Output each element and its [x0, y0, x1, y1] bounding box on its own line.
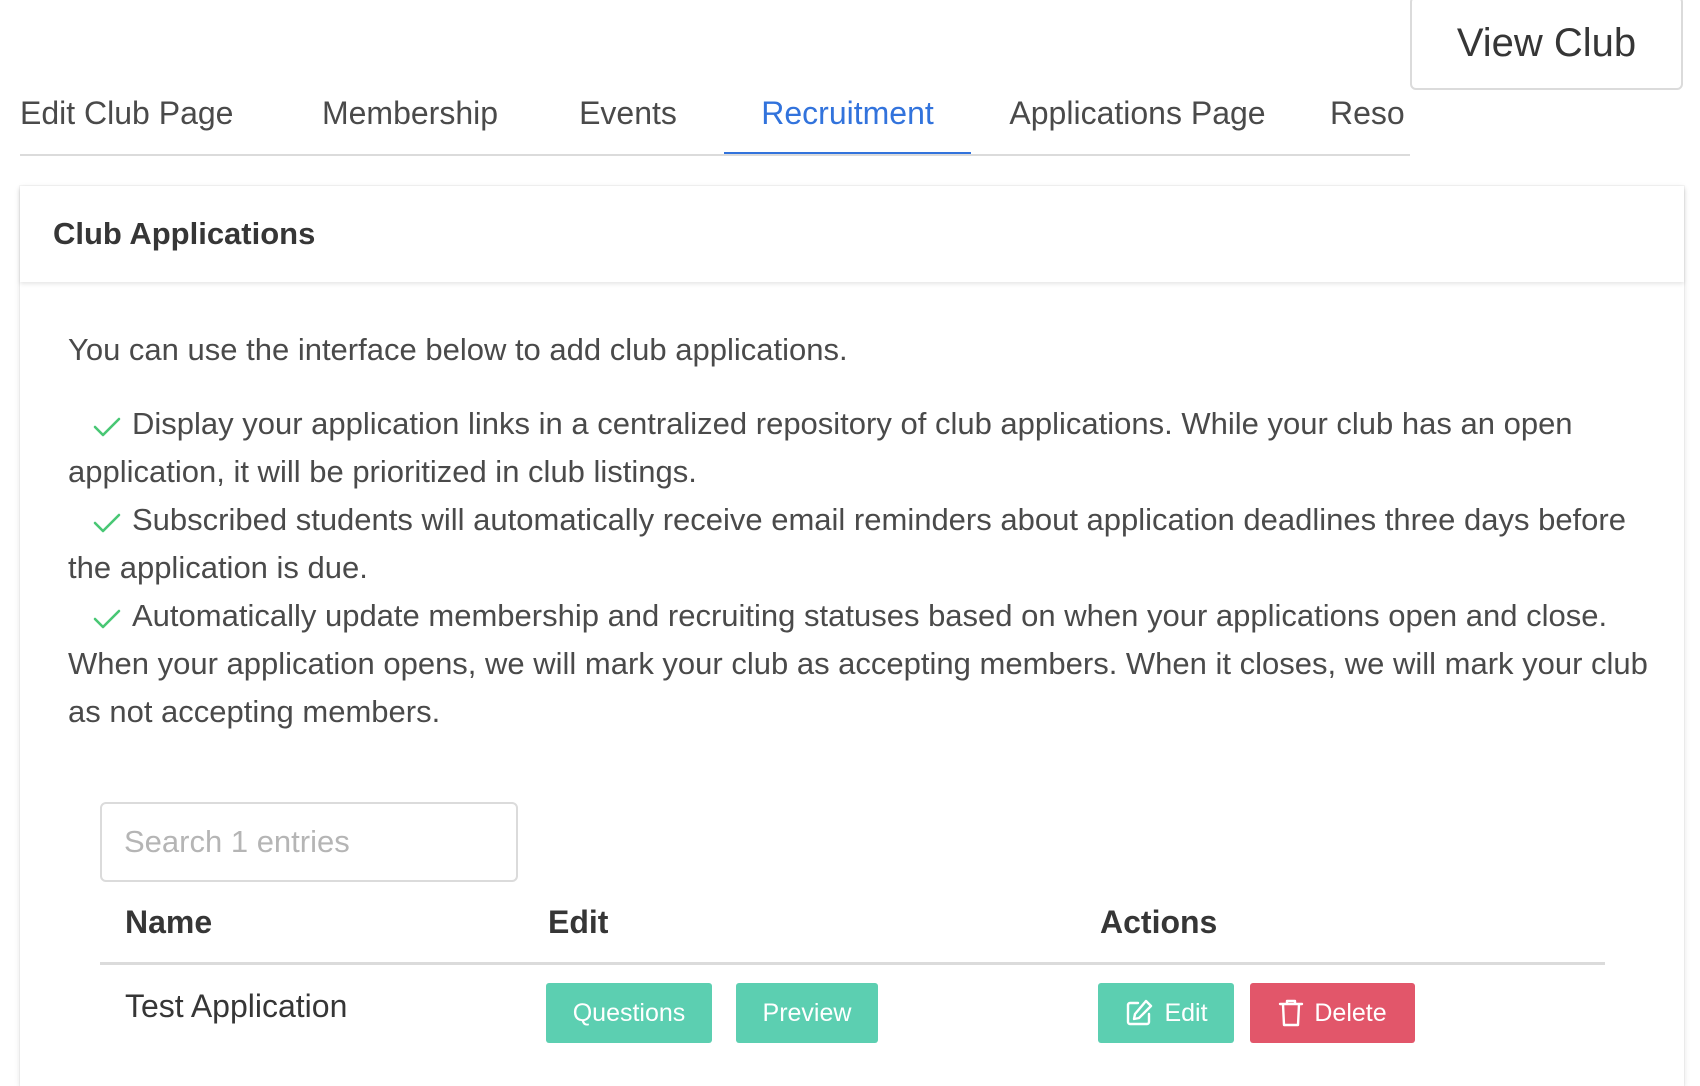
- trash-icon: [1278, 998, 1304, 1028]
- club-applications-card: Club Applications You can use the interf…: [20, 186, 1684, 1086]
- preview-button-label: Preview: [762, 998, 852, 1027]
- questions-button-label: Questions: [572, 998, 686, 1027]
- check-icon: [92, 605, 122, 631]
- search-input[interactable]: [100, 802, 518, 882]
- preview-button[interactable]: Preview: [736, 983, 878, 1043]
- check-icon: [92, 509, 122, 535]
- column-header-name: Name: [125, 904, 213, 940]
- tab-edit-club-page[interactable]: Edit Club Page: [20, 88, 233, 154]
- tab-resources[interactable]: Reso: [1330, 88, 1410, 154]
- feature-item: Display your application links in a cent…: [68, 400, 1658, 496]
- tab-membership[interactable]: Membership: [315, 88, 505, 154]
- card-title: Club Applications: [53, 216, 316, 251]
- column-header-edit: Edit: [548, 904, 609, 940]
- questions-button[interactable]: Questions: [546, 983, 712, 1043]
- tab-applications-page[interactable]: Applications Page: [1000, 88, 1275, 154]
- edit-button[interactable]: Edit: [1098, 983, 1234, 1043]
- feature-item: Subscribed students will automatically r…: [68, 496, 1658, 592]
- application-name: Test Application: [125, 988, 348, 1024]
- column-header-actions: Actions: [1100, 904, 1218, 940]
- feature-text: Display your application links in a cent…: [68, 406, 1573, 489]
- table-header-divider: [100, 962, 1605, 965]
- card-content: You can use the interface below to add c…: [68, 326, 1658, 736]
- delete-button-label: Delete: [1314, 998, 1387, 1027]
- feature-text: Automatically update membership and recr…: [68, 598, 1648, 729]
- edit-button-label: Edit: [1164, 998, 1208, 1027]
- feature-text: Subscribed students will automatically r…: [68, 502, 1626, 585]
- tab-recruitment[interactable]: Recruitment: [724, 88, 971, 154]
- tab-events[interactable]: Events: [563, 88, 693, 154]
- check-icon: [92, 413, 122, 439]
- feature-item: Automatically update membership and recr…: [68, 592, 1658, 736]
- edit-icon: [1124, 998, 1154, 1028]
- view-club-button[interactable]: View Club: [1410, 0, 1683, 90]
- intro-text: You can use the interface below to add c…: [68, 332, 848, 367]
- tab-bar: Edit Club Page Membership Events Recruit…: [20, 88, 1410, 156]
- delete-button[interactable]: Delete: [1250, 983, 1415, 1043]
- card-header: Club Applications: [20, 186, 1684, 282]
